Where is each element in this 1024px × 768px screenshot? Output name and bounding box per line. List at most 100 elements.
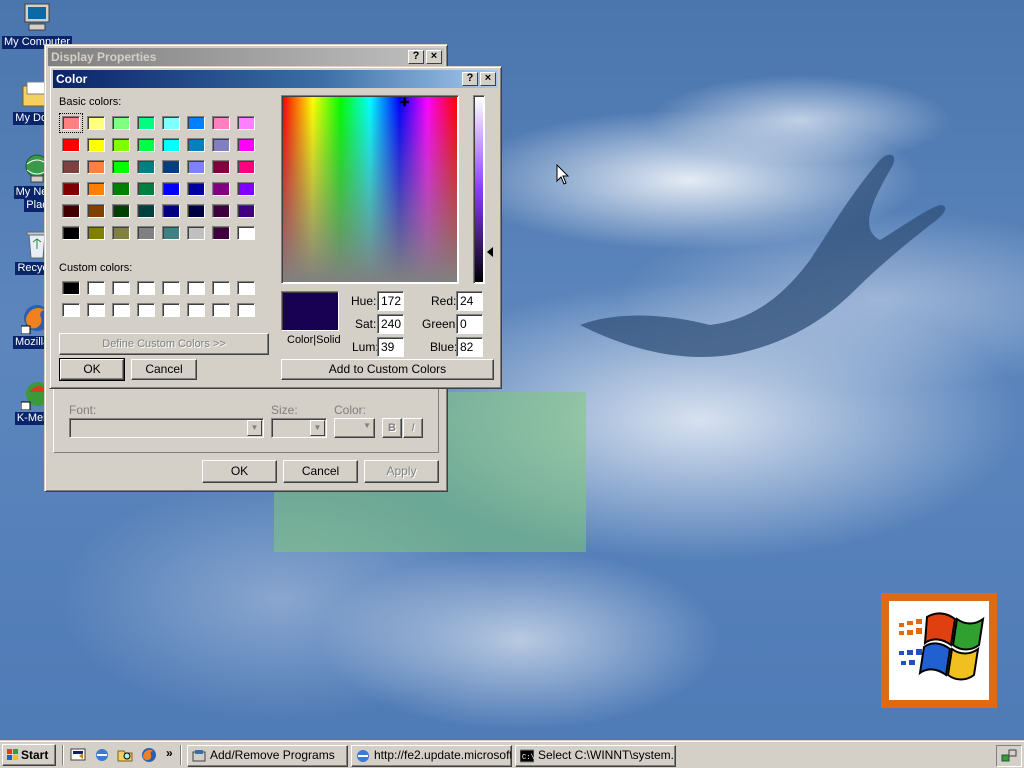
show-desktop-icon[interactable] (70, 747, 86, 763)
help-button[interactable]: ? (462, 72, 478, 86)
basic-color-swatch[interactable] (162, 116, 180, 130)
bold-button[interactable]: B (382, 418, 402, 438)
basic-color-swatch[interactable] (162, 204, 180, 218)
color-picker-button[interactable]: ▼ (334, 418, 375, 438)
basic-color-swatch[interactable] (112, 204, 130, 218)
add-to-custom-colors-button[interactable]: Add to Custom Colors (281, 359, 494, 380)
basic-color-swatch[interactable] (187, 182, 205, 196)
custom-color-swatch[interactable] (112, 281, 130, 295)
basic-color-swatch[interactable] (137, 138, 155, 152)
start-button[interactable]: Start (2, 744, 56, 766)
basic-color-swatch[interactable] (212, 226, 230, 240)
close-button[interactable]: × (426, 50, 442, 64)
basic-color-swatch[interactable] (62, 138, 80, 152)
custom-color-swatch[interactable] (112, 303, 130, 317)
red-field[interactable]: 24 (456, 291, 483, 311)
custom-color-swatch[interactable] (212, 303, 230, 317)
basic-color-swatch[interactable] (87, 138, 105, 152)
lum-field[interactable]: 39 (377, 337, 404, 357)
basic-color-swatch[interactable] (187, 204, 205, 218)
basic-color-swatch[interactable] (212, 138, 230, 152)
apply-button[interactable]: Apply (364, 460, 439, 483)
basic-color-swatch[interactable] (87, 160, 105, 174)
basic-color-swatch[interactable] (162, 160, 180, 174)
basic-color-swatch[interactable] (137, 116, 155, 130)
basic-color-swatch[interactable] (162, 138, 180, 152)
help-button[interactable]: ? (408, 50, 424, 64)
italic-button[interactable]: I (403, 418, 423, 438)
custom-color-swatch[interactable] (137, 303, 155, 317)
chevron-down-icon[interactable]: ▼ (310, 420, 325, 436)
basic-color-swatch[interactable] (62, 182, 80, 196)
basic-color-swatch[interactable] (137, 182, 155, 196)
basic-color-swatch[interactable] (187, 160, 205, 174)
custom-color-swatch[interactable] (212, 281, 230, 295)
custom-color-swatch[interactable] (62, 281, 80, 295)
internet-explorer-icon[interactable] (94, 747, 110, 763)
basic-color-swatch[interactable] (112, 182, 130, 196)
basic-color-swatch[interactable] (87, 116, 105, 130)
cancel-button[interactable]: Cancel (131, 359, 197, 380)
basic-color-swatch[interactable] (87, 182, 105, 196)
basic-color-swatch[interactable] (237, 182, 255, 196)
ok-button[interactable]: OK (59, 358, 125, 381)
custom-color-swatch[interactable] (162, 281, 180, 295)
custom-color-swatch[interactable] (87, 303, 105, 317)
custom-color-swatch[interactable] (187, 281, 205, 295)
luminance-slider[interactable] (473, 95, 485, 284)
basic-color-swatch[interactable] (112, 160, 130, 174)
basic-color-swatch[interactable] (237, 138, 255, 152)
task-windows-update[interactable]: http://fe2.update.microsoft.... (351, 745, 512, 767)
explorer-search-icon[interactable] (117, 747, 133, 763)
basic-color-swatch[interactable] (112, 116, 130, 130)
basic-color-swatch[interactable] (62, 160, 80, 174)
basic-color-swatch[interactable] (137, 160, 155, 174)
color-spectrum[interactable]: ✚ (281, 95, 459, 284)
quicklaunch-more-button[interactable]: » (166, 746, 173, 760)
basic-color-swatch[interactable] (162, 226, 180, 240)
custom-color-swatch[interactable] (237, 303, 255, 317)
network-connection-icon[interactable] (1001, 749, 1017, 763)
basic-color-swatch[interactable] (112, 138, 130, 152)
custom-color-swatch[interactable] (162, 303, 180, 317)
basic-color-swatch[interactable] (212, 116, 230, 130)
basic-color-swatch[interactable] (212, 160, 230, 174)
basic-color-swatch[interactable] (212, 182, 230, 196)
basic-color-swatch[interactable] (137, 226, 155, 240)
size-select[interactable]: ▼ (271, 418, 327, 438)
luminance-arrow-icon[interactable] (487, 247, 493, 257)
basic-color-swatch[interactable] (59, 113, 83, 133)
basic-color-swatch[interactable] (212, 204, 230, 218)
custom-color-swatch[interactable] (187, 303, 205, 317)
close-button[interactable]: × (480, 72, 496, 86)
basic-color-swatch[interactable] (87, 204, 105, 218)
firefox-icon[interactable] (141, 747, 157, 763)
sat-field[interactable]: 240 (377, 314, 404, 334)
custom-color-swatch[interactable] (87, 281, 105, 295)
define-custom-colors-button[interactable]: Define Custom Colors >> (59, 333, 269, 355)
basic-color-swatch[interactable] (62, 204, 80, 218)
task-command-prompt[interactable]: C:\ Select C:\WINNT\system... (515, 745, 676, 767)
cancel-button[interactable]: Cancel (283, 460, 358, 483)
custom-color-swatch[interactable] (237, 281, 255, 295)
chevron-down-icon[interactable]: ▼ (247, 420, 262, 436)
basic-color-swatch[interactable] (237, 204, 255, 218)
blue-field[interactable]: 82 (456, 337, 483, 357)
desktop-icon-my-computer[interactable]: My Computer (2, 2, 73, 49)
green-field[interactable]: 0 (456, 314, 483, 334)
font-select[interactable]: ▼ (69, 418, 264, 438)
basic-color-swatch[interactable] (237, 226, 255, 240)
custom-color-swatch[interactable] (137, 281, 155, 295)
basic-color-swatch[interactable] (162, 182, 180, 196)
basic-color-swatch[interactable] (187, 116, 205, 130)
ok-button[interactable]: OK (202, 460, 277, 483)
basic-color-swatch[interactable] (237, 160, 255, 174)
basic-color-swatch[interactable] (187, 226, 205, 240)
basic-color-swatch[interactable] (62, 226, 80, 240)
basic-color-swatch[interactable] (137, 204, 155, 218)
task-add-remove-programs[interactable]: Add/Remove Programs (187, 745, 348, 767)
basic-color-swatch[interactable] (87, 226, 105, 240)
basic-color-swatch[interactable] (237, 116, 255, 130)
custom-color-swatch[interactable] (62, 303, 80, 317)
basic-color-swatch[interactable] (112, 226, 130, 240)
